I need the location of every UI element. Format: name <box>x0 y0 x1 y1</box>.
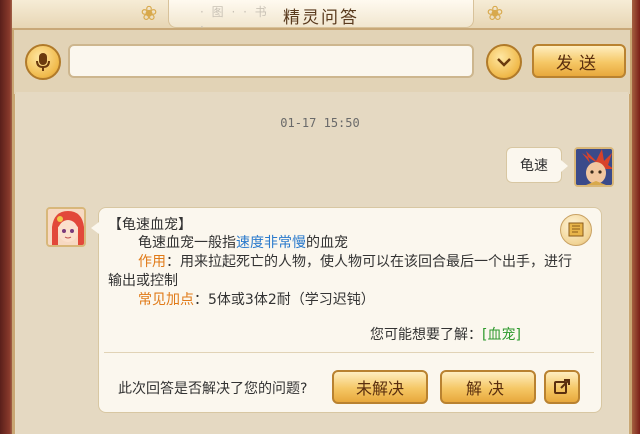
knowledge-book-icon[interactable] <box>560 214 592 246</box>
related-prefix: 您可能想要了解： <box>370 327 482 343</box>
answer-text: 的血宠 <box>306 235 348 251</box>
stats-label: 常见加点 <box>138 292 194 308</box>
divider <box>104 352 594 353</box>
user-message-text: 龟速 <box>520 158 548 174</box>
history-dropdown-button[interactable] <box>486 44 522 80</box>
usage-label: 作用 <box>138 254 166 270</box>
related-link[interactable]: [血宠] <box>482 327 521 343</box>
voice-input-button[interactable] <box>25 44 61 80</box>
answer-usage: 作用：用来拉起死亡的人物，使人物可以在该回合最后一个出手，进行 <box>138 251 572 271</box>
feedback-question: 此次回答是否解决了您的问题? <box>118 381 308 397</box>
user-avatar <box>574 147 614 187</box>
answer-usage-continued: 输出或控制 <box>108 273 178 289</box>
answer-text: 龟速血宠一般指 <box>138 235 236 251</box>
cloud-ornament-icon: ❀ <box>140 1 158 25</box>
send-button[interactable]: 发送 <box>532 44 626 78</box>
highlight-text: 速度非常慢 <box>236 235 306 251</box>
related-topics: 您可能想要了解：[血宠] <box>370 324 521 344</box>
microphone-icon <box>36 53 50 71</box>
share-icon <box>554 379 570 394</box>
answer-text: ：5体或3体2耐（学习迟钝） <box>194 292 375 308</box>
user-message-bubble: 龟速 <box>506 147 568 183</box>
answer-title: 【龟速血宠】 <box>108 217 192 233</box>
unsolved-button[interactable]: 未解决 <box>332 370 428 404</box>
answer-definition: 龟速血宠一般指速度非常慢的血宠 <box>138 232 348 252</box>
solved-button[interactable]: 解决 <box>440 370 536 404</box>
question-input[interactable] <box>68 44 474 78</box>
chevron-down-icon <box>497 58 511 67</box>
message-timestamp: 01-17 15:50 <box>280 116 360 130</box>
cloud-ornament-icon: ❀ <box>486 1 504 25</box>
page-title: 精灵问答 <box>283 8 359 28</box>
share-button[interactable] <box>544 370 580 404</box>
answer-stats: 常见加点：5体或3体2耐（学习迟钝） <box>138 289 375 309</box>
book-icon <box>568 222 584 237</box>
assistant-avatar <box>46 207 86 247</box>
answer-text: ：用来拉起死亡的人物，使人物可以在该回合最后一个出手，进行 <box>166 254 572 270</box>
